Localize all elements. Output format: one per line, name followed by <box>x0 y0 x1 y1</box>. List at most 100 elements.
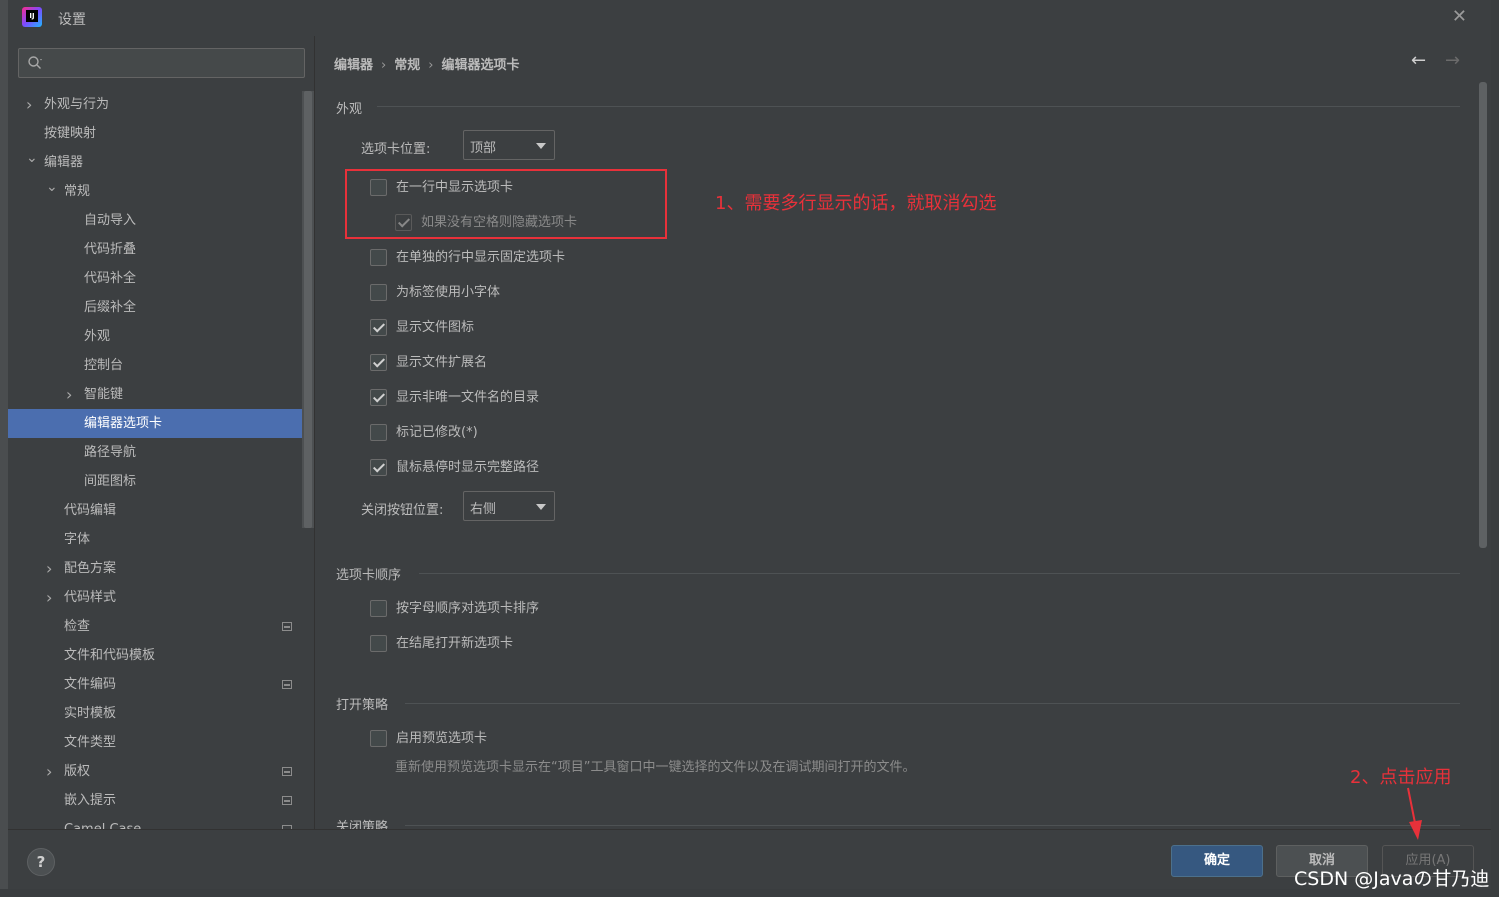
tree-item[interactable]: 实时模板 <box>8 699 302 728</box>
tree-item[interactable]: 字体 <box>8 525 302 554</box>
settings-tree: › 外观与行为 按键映射 ⌄ 编辑器 ⌄ 常规 自动导入 代码折叠 代码补全 后缀补全 外观 控制台 › 智… <box>8 90 302 829</box>
forward-arrow-icon[interactable]: → <box>1445 50 1460 71</box>
content-scrollbar-thumb[interactable] <box>1479 82 1487 548</box>
tree-item[interactable]: 代码折叠 <box>8 235 302 264</box>
tree-item[interactable]: 路径导航 <box>8 438 302 467</box>
tree-item-label: 后缀补全 <box>84 300 137 315</box>
window-title: 设置 <box>58 12 86 28</box>
tree-item[interactable]: 外观 <box>8 322 302 351</box>
section-title-appearance: 外观 <box>336 102 363 117</box>
project-scope-icon <box>282 622 292 631</box>
tree-scrollbar-thumb[interactable] <box>304 91 312 528</box>
tree-item-label: 路径导航 <box>84 445 137 460</box>
checkbox-box[interactable] <box>370 635 387 652</box>
tree-item-label: 间距图标 <box>84 474 137 489</box>
settings-dialog: 设置 ✕ ›外观与行为按键映射⌄编辑器⌄常规自动导入代码折叠代码补全后缀补全外观… <box>8 0 1491 889</box>
tree-item[interactable]: 后缀补全 <box>8 293 302 322</box>
search-box[interactable] <box>18 48 305 78</box>
tree-item[interactable]: 间距图标 <box>8 467 302 496</box>
close-button-position-label: 关闭按钮位置: <box>361 503 444 518</box>
checkbox-label: 显示文件图标 <box>396 320 475 335</box>
checkbox-box[interactable] <box>370 354 387 371</box>
breadcrumb-editor[interactable]: 编辑器 <box>334 58 373 73</box>
chevron-right-icon[interactable]: › <box>46 757 52 786</box>
tree-item[interactable]: › 外观与行为 <box>8 90 302 119</box>
section-title-closing-policy: 关闭策略 <box>336 820 389 829</box>
checkbox-box[interactable] <box>370 284 387 301</box>
chevron-down-icon[interactable]: ⌄ <box>26 144 38 173</box>
breadcrumb-general[interactable]: 常规 <box>394 58 420 73</box>
tree-item[interactable]: Camel Case <box>8 815 302 829</box>
tree-item-label: 常规 <box>64 184 91 199</box>
chevron-right-icon[interactable]: › <box>46 554 52 583</box>
tree-item[interactable]: 自动导入 <box>8 206 302 235</box>
chevron-down-icon <box>536 504 546 510</box>
chevron-right-icon[interactable]: › <box>46 583 52 612</box>
checkbox-label: 显示非唯一文件名的目录 <box>396 390 540 405</box>
help-button[interactable]: ? <box>27 848 55 876</box>
checkbox-label: 在结尾打开新选项卡 <box>396 636 514 651</box>
tree-item-label: 代码折叠 <box>84 242 137 257</box>
tree-item-label: 外观 <box>84 329 111 344</box>
section-divider <box>377 106 1460 107</box>
close-button-position-select[interactable]: 右侧 <box>463 491 555 521</box>
chevron-right-icon[interactable]: › <box>26 90 32 119</box>
tree-item[interactable]: › 智能键 <box>8 380 302 409</box>
annotation-note-1: 1、需要多行显示的话，就取消勾选 <box>715 193 997 214</box>
tree-item[interactable]: 控制台 <box>8 351 302 380</box>
tab-position-select[interactable]: 顶部 <box>463 130 555 160</box>
chevron-down-icon[interactable]: ⌄ <box>46 173 58 202</box>
tree-item[interactable]: › 配色方案 <box>8 554 302 583</box>
search-input[interactable] <box>49 53 299 73</box>
tree-item-label: 实时模板 <box>64 706 117 721</box>
tree-item[interactable]: › 版权 <box>8 757 302 786</box>
tree-item-label: 控制台 <box>84 358 124 373</box>
checkbox-box[interactable] <box>370 459 387 476</box>
breadcrumb-editor-tabs: 编辑器选项卡 <box>441 58 520 73</box>
checkbox-label: 鼠标悬停时显示完整路径 <box>396 460 540 475</box>
tree-item[interactable]: › 代码样式 <box>8 583 302 612</box>
checkbox-box[interactable] <box>370 424 387 441</box>
tree-item-label: 代码编辑 <box>64 503 117 518</box>
tree-item[interactable]: 代码编辑 <box>8 496 302 525</box>
tree-item-label: Camel Case <box>64 815 141 829</box>
tree-item[interactable]: 嵌入提示 <box>8 786 302 815</box>
checkbox-box[interactable] <box>370 249 387 266</box>
section-title-tab-order: 选项卡顺序 <box>336 568 402 583</box>
checkbox-label: 为标签使用小字体 <box>396 285 501 300</box>
project-scope-icon <box>282 767 292 776</box>
background-window-edge-right <box>1491 0 1499 897</box>
tree-item-label: 外观与行为 <box>44 97 110 112</box>
close-button-position-value: 右侧 <box>470 502 497 517</box>
tab-position-value: 顶部 <box>470 141 497 156</box>
checkbox-label: 按字母顺序对选项卡排序 <box>396 601 540 616</box>
checkbox-box[interactable] <box>370 319 387 336</box>
section-divider <box>405 825 1460 826</box>
tree-item[interactable]: 代码补全 <box>8 264 302 293</box>
tab-position-label: 选项卡位置: <box>361 142 431 157</box>
back-arrow-icon[interactable]: ← <box>1411 50 1426 71</box>
breadcrumb-separator: › <box>381 58 387 73</box>
tree-item-label: 按键映射 <box>44 126 97 141</box>
tree-item[interactable]: 检查 <box>8 612 302 641</box>
project-scope-icon <box>282 796 292 805</box>
checkbox-box[interactable] <box>370 730 387 747</box>
checkbox-box[interactable] <box>370 600 387 617</box>
csdn-watermark: CSDN @Javaの甘乃迪 <box>1294 868 1490 890</box>
close-icon[interactable]: ✕ <box>1452 6 1467 27</box>
tree-item[interactable]: 文件和代码模板 <box>8 641 302 670</box>
tree-item-label: 编辑器选项卡 <box>84 416 163 431</box>
tree-item[interactable]: 文件编码 <box>8 670 302 699</box>
checkbox-label: 显示文件扩展名 <box>396 355 488 370</box>
tree-item[interactable]: 按键映射 <box>8 119 302 148</box>
project-scope-icon <box>282 680 292 689</box>
ok-button[interactable]: 确定 <box>1171 845 1263 877</box>
tree-item-label: 文件编码 <box>64 677 117 692</box>
tree-item[interactable]: ⌄ 常规 <box>8 177 302 206</box>
tree-item[interactable]: 文件类型 <box>8 728 302 757</box>
chevron-right-icon[interactable]: › <box>66 380 72 409</box>
tree-item-label: 字体 <box>64 532 91 547</box>
checkbox-box[interactable] <box>370 389 387 406</box>
tree-item-label: 智能键 <box>84 387 124 402</box>
tree-item[interactable]: 编辑器选项卡 <box>8 409 302 438</box>
